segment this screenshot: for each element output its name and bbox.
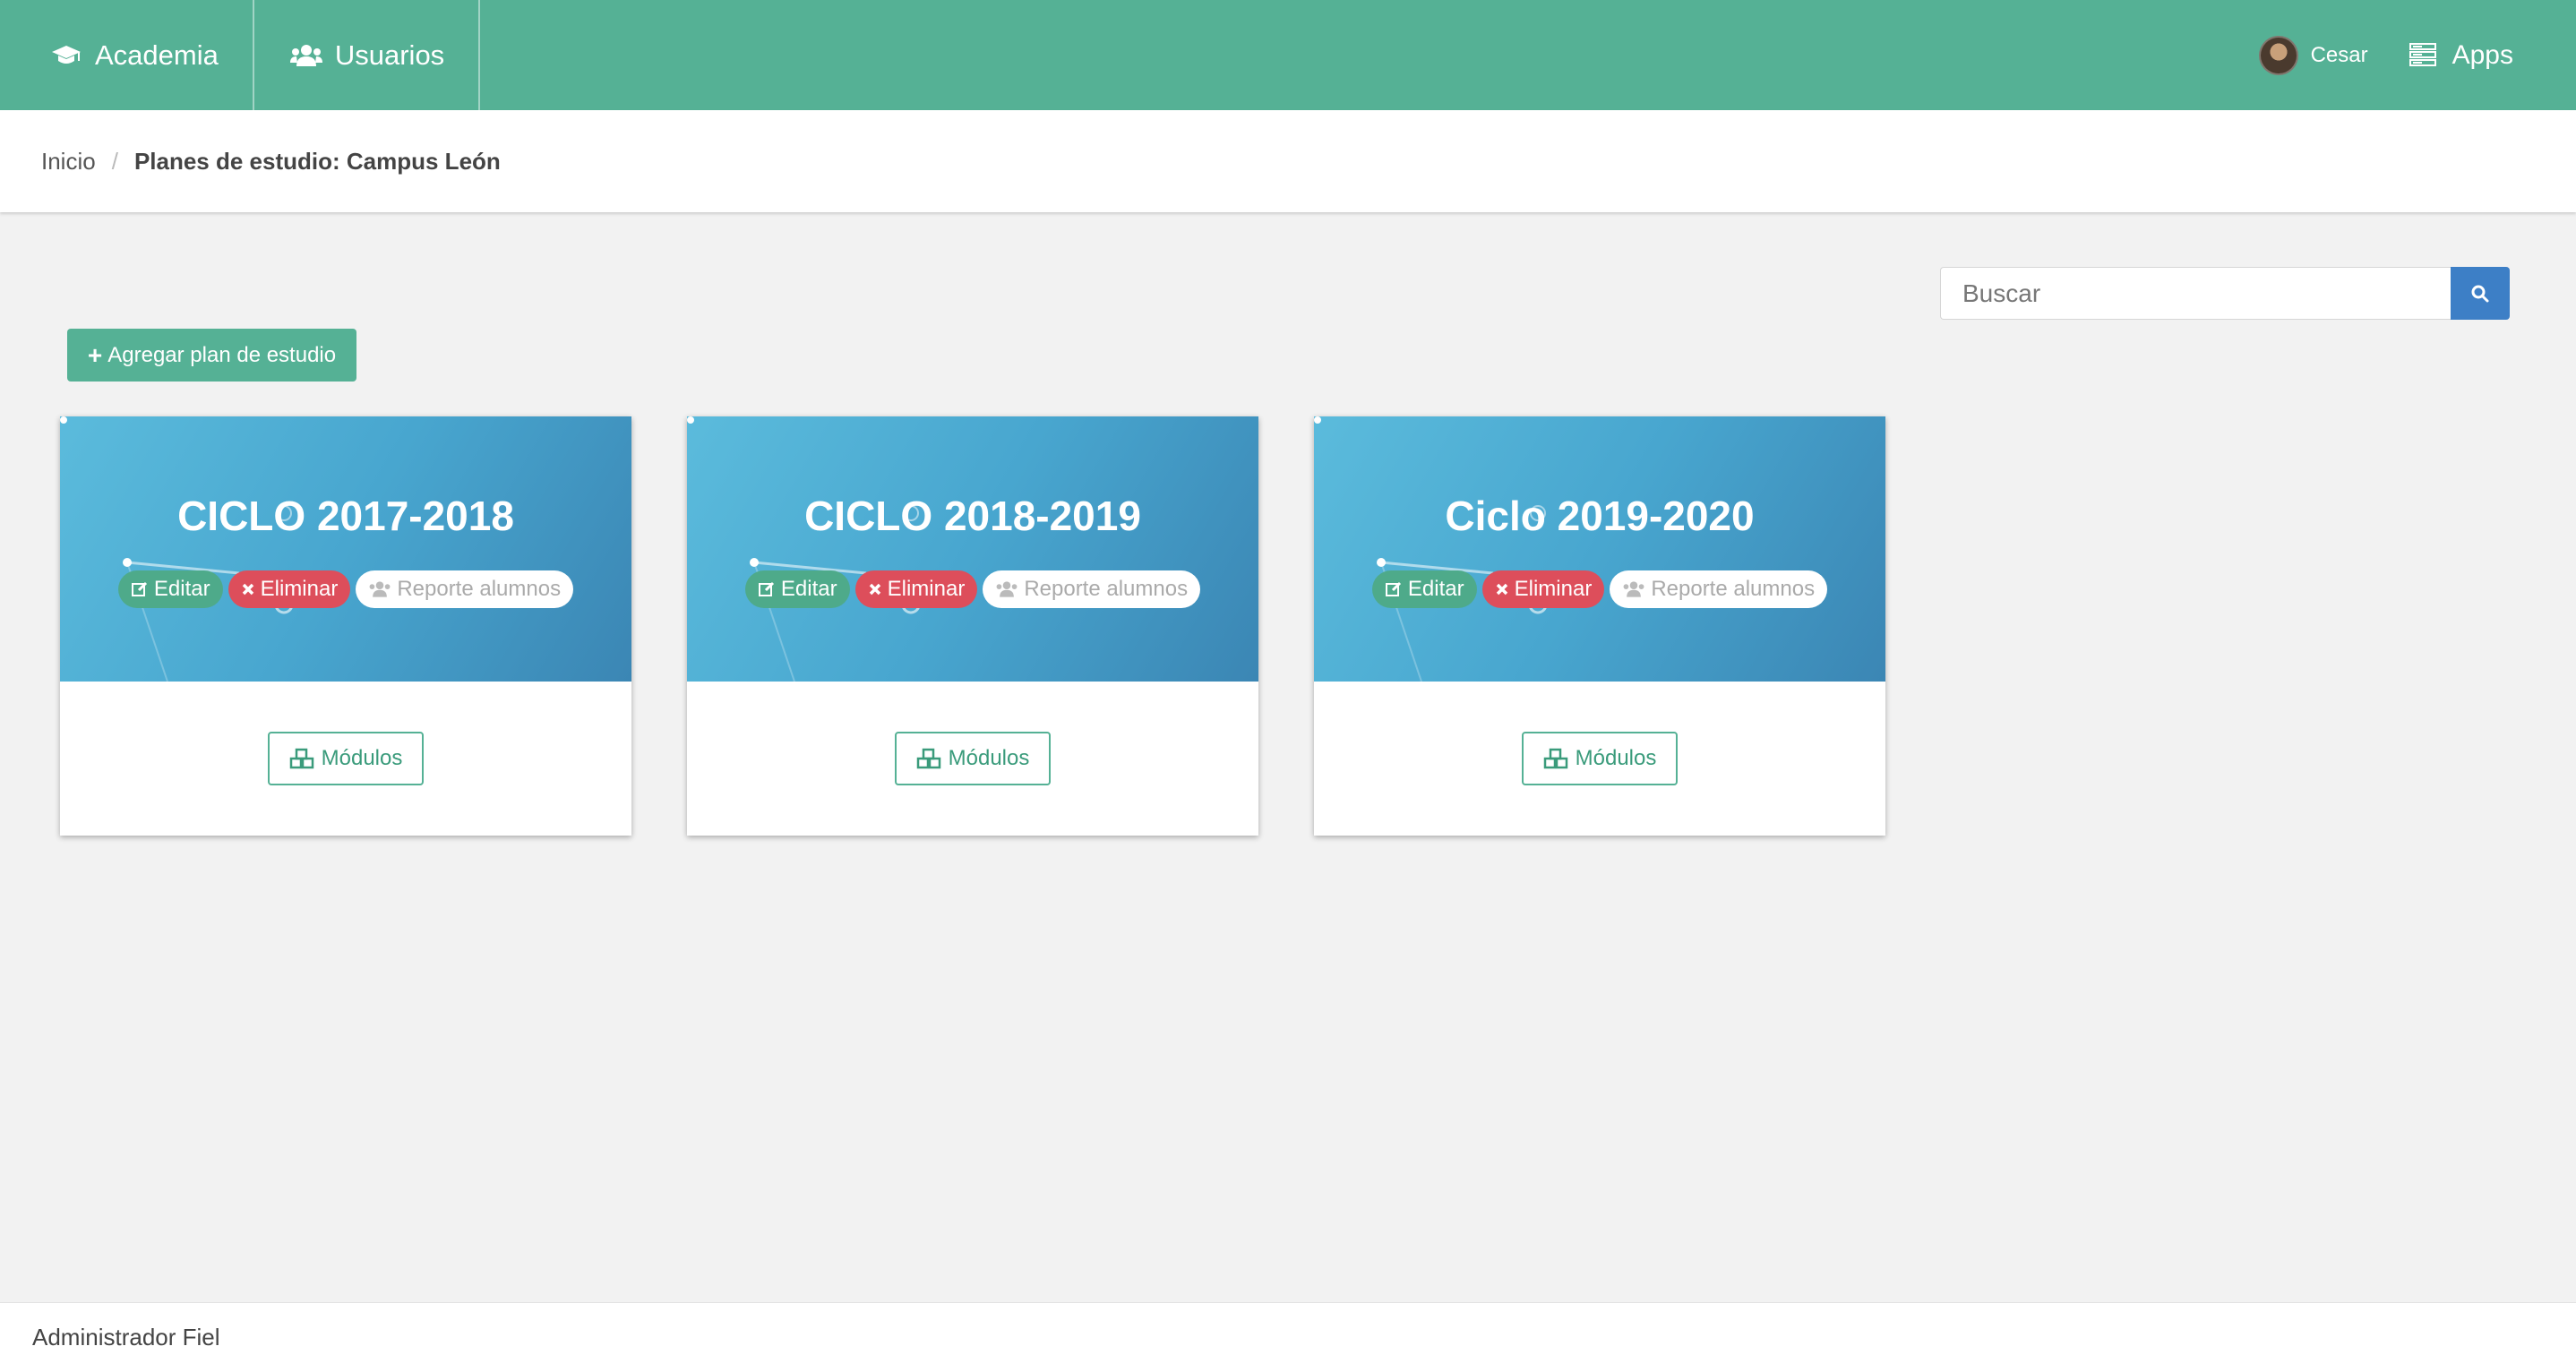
apps-label: Apps: [2451, 39, 2513, 70]
modules-label: Módulos: [321, 746, 403, 770]
student-report-label: Reporte alumnos: [397, 577, 562, 601]
breadcrumb-separator: /: [111, 147, 118, 175]
card-title: Ciclo 2019-2020: [1445, 493, 1755, 539]
modules-label: Módulos: [1575, 746, 1657, 770]
add-study-plan-label: Agregar plan de estudio: [107, 342, 337, 367]
card-actions: Editar Eliminar Reporte alumnos: [687, 570, 1258, 608]
nav-menu: Academia Usuarios: [0, 0, 481, 110]
network-decoration: [1314, 416, 1548, 682]
page-footer: Administrador Fiel: [0, 1302, 2576, 1372]
edit-icon: [758, 580, 776, 598]
network-decoration: [687, 416, 921, 682]
user-name: Cesar: [2310, 42, 2368, 67]
modules-label: Módulos: [948, 746, 1030, 770]
network-decoration: [60, 416, 294, 682]
search-input[interactable]: [1940, 267, 2451, 320]
user-menu[interactable]: Cesar: [2258, 35, 2368, 75]
breadcrumb-home-link[interactable]: Inicio: [41, 148, 96, 176]
card-header: CICLO 2017-2018 Editar Eliminar Reporte …: [60, 416, 631, 682]
modules-button[interactable]: Módulos: [267, 732, 425, 785]
delete-button[interactable]: Eliminar: [854, 570, 978, 608]
card-footer: Módulos: [60, 682, 631, 836]
breadcrumb-current: Planes de estudio: Campus León: [133, 147, 501, 175]
student-report-button[interactable]: Reporte alumnos: [1610, 570, 1828, 608]
cubes-icon: [916, 748, 941, 769]
card-header: Ciclo 2019-2020 Editar Eliminar Reporte …: [1314, 416, 1885, 682]
nav-item-label: Academia: [95, 39, 219, 71]
edit-label: Editar: [1407, 577, 1464, 601]
edit-label: Editar: [153, 577, 210, 601]
delete-button[interactable]: Eliminar: [1481, 570, 1605, 608]
edit-button[interactable]: Editar: [1371, 570, 1477, 608]
card-title: CICLO 2018-2019: [804, 493, 1141, 539]
top-navbar: Academia Usuarios Cesar Apps: [0, 0, 2576, 110]
apps-menu[interactable]: Apps: [2409, 40, 2513, 71]
users-icon: [368, 580, 391, 598]
plus-icon: +: [87, 340, 103, 369]
card-actions: Editar Eliminar Reporte alumnos: [1314, 570, 1885, 608]
nav-right: Cesar Apps: [2258, 0, 2576, 110]
edit-button[interactable]: Editar: [744, 570, 850, 608]
nav-item-usuarios[interactable]: Usuarios: [254, 0, 481, 110]
users-icon: [288, 38, 324, 73]
close-icon: [868, 582, 882, 596]
server-list-icon: [2409, 42, 2438, 68]
student-report-label: Reporte alumnos: [1651, 577, 1816, 601]
card-footer: Módulos: [1314, 682, 1885, 836]
search-icon: [2471, 285, 2489, 302]
edit-icon: [1385, 580, 1403, 598]
delete-label: Eliminar: [1514, 577, 1593, 601]
users-icon: [1622, 580, 1645, 598]
footer-text: Administrador Fiel: [32, 1324, 220, 1351]
add-study-plan-button[interactable]: + Agregar plan de estudio: [67, 329, 356, 382]
card-header: CICLO 2018-2019 Editar Eliminar Reporte …: [687, 416, 1258, 682]
student-report-button[interactable]: Reporte alumnos: [983, 570, 1201, 608]
graduation-cap-icon: [48, 38, 84, 73]
modules-button[interactable]: Módulos: [894, 732, 1052, 785]
breadcrumb: Inicio / Planes de estudio: Campus León: [0, 110, 2576, 212]
study-plan-card: CICLO 2017-2018 Editar Eliminar Reporte …: [60, 416, 631, 836]
card-actions: Editar Eliminar Reporte alumnos: [60, 570, 631, 608]
search-button[interactable]: [2451, 267, 2510, 320]
card-footer: Módulos: [687, 682, 1258, 836]
cubes-icon: [1543, 748, 1568, 769]
delete-button[interactable]: Eliminar: [228, 570, 351, 608]
cubes-icon: [289, 748, 314, 769]
edit-icon: [131, 580, 149, 598]
edit-button[interactable]: Editar: [117, 570, 223, 608]
avatar: [2258, 35, 2298, 75]
close-icon: [241, 582, 255, 596]
delete-label: Eliminar: [887, 577, 966, 601]
student-report-button[interactable]: Reporte alumnos: [356, 570, 574, 608]
search-bar: [1940, 267, 2510, 320]
study-plan-card: Ciclo 2019-2020 Editar Eliminar Reporte …: [1314, 416, 1885, 836]
edit-label: Editar: [780, 577, 837, 601]
close-icon: [1495, 582, 1509, 596]
delete-label: Eliminar: [260, 577, 339, 601]
study-plan-card: CICLO 2018-2019 Editar Eliminar Reporte …: [687, 416, 1258, 836]
users-icon: [995, 580, 1018, 598]
modules-button[interactable]: Módulos: [1521, 732, 1679, 785]
card-title: CICLO 2017-2018: [177, 493, 514, 539]
student-report-label: Reporte alumnos: [1024, 577, 1189, 601]
nav-item-label: Usuarios: [334, 39, 445, 71]
nav-item-academia[interactable]: Academia: [0, 0, 254, 110]
